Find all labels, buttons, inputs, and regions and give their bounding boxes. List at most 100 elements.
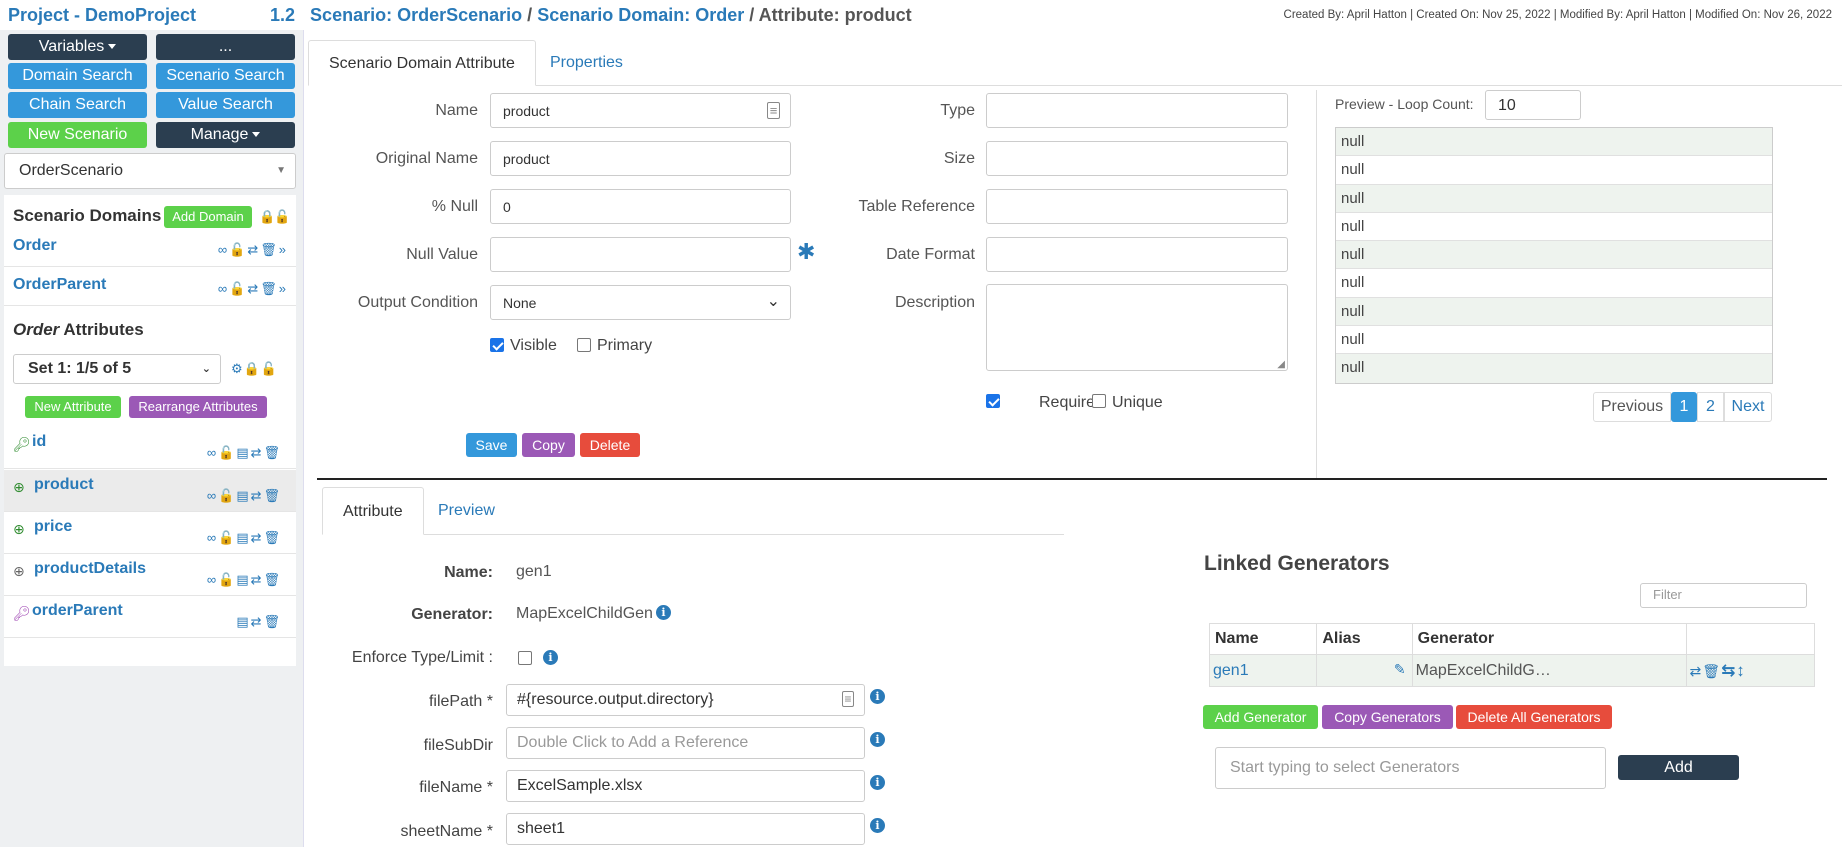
set-select[interactable]: Set 1: 1/5 of 5 ⌄ bbox=[13, 354, 221, 384]
unlock-all-icon[interactable]: 🔓 bbox=[274, 209, 292, 225]
delete-button[interactable]: Delete bbox=[580, 433, 640, 457]
filename-label: fileName * bbox=[419, 779, 493, 796]
name-label: Name bbox=[435, 102, 478, 119]
scenario-select[interactable]: OrderScenario ▼ bbox=[4, 153, 296, 189]
new-scenario-button[interactable]: New Scenario bbox=[8, 122, 147, 148]
attribute-row-productdetails[interactable]: ⊕ productDetails ∞🔓▤⇄🗑︎ bbox=[4, 554, 296, 596]
domain-row-orderparent[interactable]: OrderParent ∞🔓⇄🗑︎» bbox=[4, 268, 296, 306]
domain-row-actions-icon[interactable]: ∞🔓⇄🗑︎» bbox=[218, 242, 288, 258]
domain-row-actions-icon[interactable]: ∞🔓⇄🗑︎» bbox=[218, 281, 288, 297]
primary-checkbox[interactable] bbox=[577, 338, 591, 352]
attribute-row-actions-icon[interactable]: ∞🔓▤⇄🗑︎ bbox=[207, 445, 282, 461]
info-icon[interactable]: i bbox=[870, 732, 885, 747]
visible-checkbox[interactable] bbox=[490, 338, 504, 352]
domain-row-order[interactable]: Order ∞🔓⇄🗑︎» bbox=[4, 229, 296, 267]
add-button[interactable]: Add bbox=[1618, 755, 1739, 780]
attribute-row-actions-icon[interactable]: ∞🔓▤⇄🗑︎ bbox=[207, 572, 282, 588]
enforce-type-checkbox[interactable] bbox=[518, 651, 532, 665]
more-button[interactable]: ... bbox=[156, 34, 295, 60]
attribute-row-actions-icon[interactable]: ∞🔓▤⇄🗑︎ bbox=[207, 530, 282, 546]
contact-card-icon[interactable]: ≡ bbox=[767, 102, 780, 119]
generator-select-input[interactable]: Start typing to select Generators bbox=[1215, 747, 1606, 789]
row-name[interactable]: gen1 bbox=[1208, 654, 1318, 687]
add-domain-button[interactable]: Add Domain bbox=[164, 206, 252, 228]
col-generator-header[interactable]: Generator bbox=[1411, 623, 1687, 655]
project-title[interactable]: Project - DemoProject bbox=[8, 5, 196, 26]
attribute-row-id[interactable]: 🔑︎ id ∞🔓▤⇄🗑︎ bbox=[4, 427, 296, 469]
add-generator-button[interactable]: Add Generator bbox=[1203, 705, 1318, 729]
unique-checkbox[interactable] bbox=[1092, 394, 1106, 408]
delete-all-generators-button[interactable]: Delete All Generators bbox=[1456, 705, 1612, 729]
null-percent-input[interactable]: 0 bbox=[490, 189, 791, 224]
contact-card-icon[interactable]: ≡ bbox=[842, 691, 854, 707]
description-textarea[interactable]: ◢ bbox=[986, 284, 1288, 371]
domain-name[interactable]: Order bbox=[13, 237, 57, 255]
null-value-input[interactable] bbox=[490, 237, 791, 272]
filename-input[interactable]: ExcelSample.xlsx bbox=[506, 770, 865, 802]
size-input[interactable] bbox=[986, 141, 1288, 176]
page-2-button[interactable]: 2 bbox=[1697, 392, 1724, 422]
preview-row: null bbox=[1336, 213, 1772, 242]
scenario-search-button[interactable]: Scenario Search bbox=[156, 63, 295, 89]
breadcrumb-attribute: Attribute: product bbox=[758, 5, 912, 25]
attribute-row-orderparent[interactable]: 🔑︎ orderParent ▤⇄🗑︎ bbox=[4, 596, 296, 638]
attribute-row-price[interactable]: ⊕ price ∞🔓▤⇄🗑︎ bbox=[4, 512, 296, 554]
original-name-input[interactable]: product bbox=[490, 141, 791, 176]
page-1-button[interactable]: 1 bbox=[1671, 392, 1697, 422]
filepath-label: filePath * bbox=[428, 693, 493, 710]
filter-input[interactable]: Filter bbox=[1640, 583, 1807, 608]
settings-lock-icons[interactable]: ⚙🔒🔓 bbox=[231, 361, 278, 377]
tab-scenario-domain-attribute[interactable]: Scenario Domain Attribute bbox=[308, 40, 536, 86]
info-icon[interactable]: i bbox=[656, 605, 671, 620]
table-reference-input[interactable] bbox=[986, 189, 1288, 224]
copy-button[interactable]: Copy bbox=[522, 433, 575, 457]
save-button[interactable]: Save bbox=[466, 433, 517, 457]
output-condition-select[interactable]: None ⌄ bbox=[490, 285, 791, 320]
info-icon[interactable]: i bbox=[870, 689, 885, 704]
domain-search-button[interactable]: Domain Search bbox=[8, 63, 147, 89]
attribute-name[interactable]: orderParent bbox=[32, 602, 123, 620]
attribute-name[interactable]: productDetails bbox=[34, 560, 146, 578]
attribute-row-actions-icon[interactable]: ∞🔓▤⇄🗑︎ bbox=[207, 488, 282, 504]
info-icon[interactable]: i bbox=[543, 650, 558, 665]
pencil-icon[interactable]: ✎ bbox=[1394, 661, 1406, 678]
type-input[interactable] bbox=[986, 93, 1288, 128]
breadcrumb-domain[interactable]: Scenario Domain: Order bbox=[537, 5, 744, 25]
attribute-row-actions-icon[interactable]: ▤⇄🗑︎ bbox=[236, 614, 282, 630]
breadcrumb-scenario[interactable]: Scenario: OrderScenario bbox=[310, 5, 522, 25]
value-search-button[interactable]: Value Search bbox=[156, 92, 295, 118]
attribute-row-product[interactable]: ⊕ product ∞🔓▤⇄🗑︎ bbox=[4, 470, 296, 512]
info-icon[interactable]: i bbox=[870, 818, 885, 833]
tab-attribute[interactable]: Attribute bbox=[322, 487, 424, 535]
previous-page-button[interactable]: Previous bbox=[1593, 392, 1671, 422]
attribute-name[interactable]: price bbox=[34, 518, 72, 536]
attribute-name[interactable]: product bbox=[34, 476, 94, 494]
resize-handle-icon[interactable]: ◢ bbox=[1277, 359, 1285, 370]
domain-name[interactable]: OrderParent bbox=[13, 276, 106, 294]
filepath-input[interactable]: #{resource.output.directory} ≡ bbox=[506, 684, 865, 716]
col-name-header[interactable]: Name bbox=[1208, 623, 1318, 655]
row-actions-icon[interactable]: ⇄🗑︎⇆↕ bbox=[1685, 654, 1816, 687]
manage-button[interactable]: Manage bbox=[156, 122, 295, 148]
name-input[interactable]: product ≡ bbox=[490, 93, 791, 128]
attribute-name[interactable]: id bbox=[32, 433, 46, 451]
variables-button[interactable]: Variables bbox=[8, 34, 147, 60]
tab-preview[interactable]: Preview bbox=[418, 487, 515, 535]
rearrange-attributes-button[interactable]: Rearrange Attributes bbox=[129, 396, 267, 418]
date-format-input[interactable] bbox=[986, 237, 1288, 272]
info-icon[interactable]: i bbox=[870, 775, 885, 790]
copy-generators-button[interactable]: Copy Generators bbox=[1322, 705, 1453, 729]
required-checkbox[interactable] bbox=[986, 394, 1000, 408]
chain-search-button[interactable]: Chain Search bbox=[8, 92, 147, 118]
sheetname-input[interactable]: sheet1 bbox=[506, 813, 865, 845]
next-page-button[interactable]: Next bbox=[1724, 392, 1772, 422]
table-row[interactable]: gen1 ✎ MapExcelChildG… ⇄🗑︎⇆↕ bbox=[1208, 654, 1816, 687]
new-attribute-button[interactable]: New Attribute bbox=[25, 396, 121, 418]
filesubdir-input[interactable]: Double Click to Add a Reference bbox=[506, 727, 865, 759]
tab-properties[interactable]: Properties bbox=[530, 40, 643, 86]
loop-count-input[interactable]: 10 bbox=[1485, 90, 1581, 120]
col-alias-header[interactable]: Alias bbox=[1316, 623, 1413, 655]
name-input-value: product bbox=[503, 103, 550, 119]
asterisk-icon[interactable]: ✱ bbox=[797, 239, 815, 265]
row-alias[interactable]: ✎ bbox=[1316, 654, 1413, 687]
